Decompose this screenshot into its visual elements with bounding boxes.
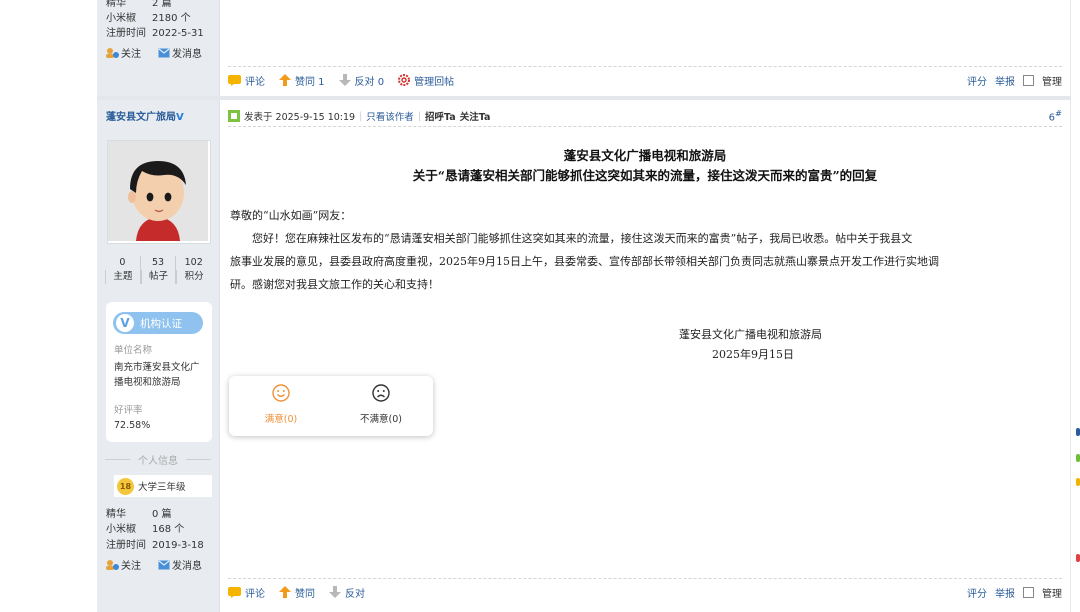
post-author-sidebar: 蓬安县文广旅局V 0 主题 53 帖子 102 积分 V 机构认证 单位名称 南…: [97, 100, 219, 612]
send-message-button[interactable]: 发消息: [158, 45, 202, 60]
footer-right-actions: 评分 举报 管理: [967, 585, 1062, 600]
author-only-link[interactable]: 只看该作者: [366, 109, 414, 123]
post-title: 蓬安县文化广播电视和旅游局 关于“恳请蓬安相关部门能够抓住这突如其来的流量，接住…: [412, 148, 878, 183]
header-divider: |: [359, 110, 363, 122]
post-previous: 精华 2 篇 小米椒 2180 个 注册时间 2022-5-31 关注 发消息 评论 …: [97, 0, 1070, 96]
post-content: 评论 赞同 1 反对 0 管理回帖 评分 举报 管理: [219, 0, 1070, 96]
verified-v-icon: V: [176, 112, 184, 123]
rating-label: 好评率: [114, 405, 143, 416]
report-link[interactable]: 举报: [995, 585, 1015, 600]
post-content: 发表于 2025-9-15 10:19 | 只看该作者 | 招呼Ta 关注Ta …: [219, 100, 1070, 612]
post-footer-bar: 评论 赞同 反对 评分 举报 管理: [228, 578, 1062, 605]
mail-icon: [158, 48, 170, 57]
unsatisfied-button[interactable]: 不满意(0): [341, 384, 421, 425]
header-divider: |: [417, 110, 422, 122]
follow-icon: [106, 559, 119, 570]
side-marker-red: [1076, 554, 1080, 562]
follow-button[interactable]: 关注: [105, 45, 141, 60]
page-gutter-right: [1070, 0, 1080, 612]
rating-value: 72.58%: [114, 420, 151, 431]
verified-icon: V: [116, 314, 134, 332]
send-message-button[interactable]: 发消息: [158, 557, 202, 572]
body-paragraph: 研。感谢您对我县文旅工作的关心和支持！: [230, 278, 439, 291]
thumbs-up-arrow-icon: [279, 74, 291, 86]
report-link[interactable]: 举报: [995, 73, 1015, 88]
signature-org: 蓬安县文化广播电视和旅游局: [679, 328, 822, 341]
org-verified-badge: V 机构认证: [113, 312, 203, 334]
stat-jinghua: 精华 2 篇: [106, 0, 172, 9]
like-button[interactable]: 赞同 1: [279, 73, 325, 88]
footer-right-actions: 评分 举报 管理: [967, 73, 1062, 88]
stat-mibang: 小米椒 2180 个: [106, 13, 191, 24]
follow-ta-link[interactable]: 关注Ta: [460, 109, 491, 123]
personal-info-divider: 个人信息: [105, 452, 211, 467]
stat-jinghua: 精华 0 篇: [106, 509, 172, 520]
manage-label: 管理: [1042, 76, 1062, 88]
body-paragraph: 您好！您在麻辣社区发布的“恳请蓬安相关部门能够抓住这突如其来的流量，接住这泼天而…: [252, 232, 913, 245]
page-gutter-left: [0, 0, 97, 612]
body-paragraph: 旅事业发展的意见，县委县政府高度重视，2025年9月15日上午，县委常委、宣传部…: [230, 255, 939, 268]
post-footer-bar: 评论 赞同 1 反对 0 管理回帖 评分 举报 管理: [228, 66, 1062, 93]
author-name-row[interactable]: 蓬安县文广旅局V: [106, 108, 184, 123]
like-button[interactable]: 赞同: [279, 585, 315, 600]
stat-points[interactable]: 102 积分: [175, 256, 211, 284]
manage-label: 管理: [1042, 588, 1062, 600]
mail-icon: [158, 560, 170, 569]
greet-link[interactable]: 招呼Ta: [425, 109, 456, 123]
stat-topics[interactable]: 0 主题: [105, 256, 140, 284]
manage-checkbox[interactable]: [1023, 74, 1034, 86]
divider-line: [105, 459, 130, 460]
user-level: 18 大学三年级: [114, 475, 212, 497]
unit-name-label: 单位名称: [114, 345, 153, 356]
stat-register-date: 注册时间 2019-3-18: [106, 540, 204, 551]
stat-mibang: 小米椒 168 个: [106, 524, 185, 535]
post-header: 发表于 2025-9-15 10:19 | 只看该作者 | 招呼Ta 关注Ta …: [228, 106, 1062, 127]
satisfaction-vote-box: 满意(0) 不满意(0): [229, 376, 433, 436]
side-marker-yellow: [1076, 478, 1080, 486]
author-name[interactable]: 蓬安县文广旅局: [106, 112, 176, 123]
manage-checkbox[interactable]: [1023, 586, 1034, 598]
unit-name-value: 南充市蓬安县文化广 播电视和旅游局: [114, 362, 200, 388]
comment-icon: [228, 586, 241, 598]
manage-reply-button[interactable]: 管理回帖: [398, 73, 454, 88]
rate-link[interactable]: 评分: [967, 73, 987, 88]
stat-posts[interactable]: 53 帖子: [139, 256, 176, 284]
post-status-icon: [228, 110, 240, 122]
avatar-illustration: [108, 141, 208, 241]
avatar[interactable]: [107, 140, 211, 244]
comment-button[interactable]: 评论: [228, 73, 265, 88]
smile-icon: [272, 384, 290, 402]
rate-link[interactable]: 评分: [967, 585, 987, 600]
dislike-button[interactable]: 反对 0: [338, 73, 384, 88]
signature-date: 2025年9月15日: [712, 348, 794, 361]
side-marker-blue: [1076, 428, 1080, 436]
follow-icon: [106, 47, 119, 58]
dislike-button[interactable]: 反对: [329, 585, 365, 600]
thumbs-up-arrow-icon: [279, 586, 291, 598]
post-author-sidebar: 精华 2 篇 小米椒 2180 个 注册时间 2022-5-31 关注 发消息: [97, 0, 219, 96]
satisfied-button[interactable]: 满意(0): [241, 384, 321, 425]
post-timestamp: 发表于 2025-9-15 10:19: [244, 112, 356, 123]
salutation: 尊敬的“山水如画”网友：: [230, 209, 352, 222]
floor-number[interactable]: 6#: [1049, 108, 1062, 123]
post-body: 尊敬的“山水如画”网友： 您好！您在麻辣社区发布的“恳请蓬安相关部门能够抓住这突…: [230, 204, 1058, 296]
post-floor-6: 蓬安县文广旅局V 0 主题 53 帖子 102 积分 V 机构认证 单位名称 南…: [97, 100, 1070, 612]
author-stats: 0 主题 53 帖子 102 积分: [105, 256, 211, 284]
level-badge-icon: 18: [117, 477, 134, 495]
comment-icon: [228, 74, 241, 86]
comment-button[interactable]: 评论: [228, 585, 265, 600]
side-marker-green: [1076, 454, 1080, 462]
thumbs-down-arrow-icon: [329, 586, 341, 598]
org-verification-card: V 机构认证 单位名称 南充市蓬安县文化广 播电视和旅游局 好评率 72.58%: [106, 302, 212, 442]
frown-icon: [372, 384, 390, 402]
thumbs-down-arrow-icon: [338, 74, 351, 86]
stat-register-date: 注册时间 2022-5-31: [106, 28, 204, 39]
divider-line: [186, 459, 211, 460]
follow-button[interactable]: 关注: [105, 557, 141, 572]
gear-icon: [398, 74, 411, 86]
